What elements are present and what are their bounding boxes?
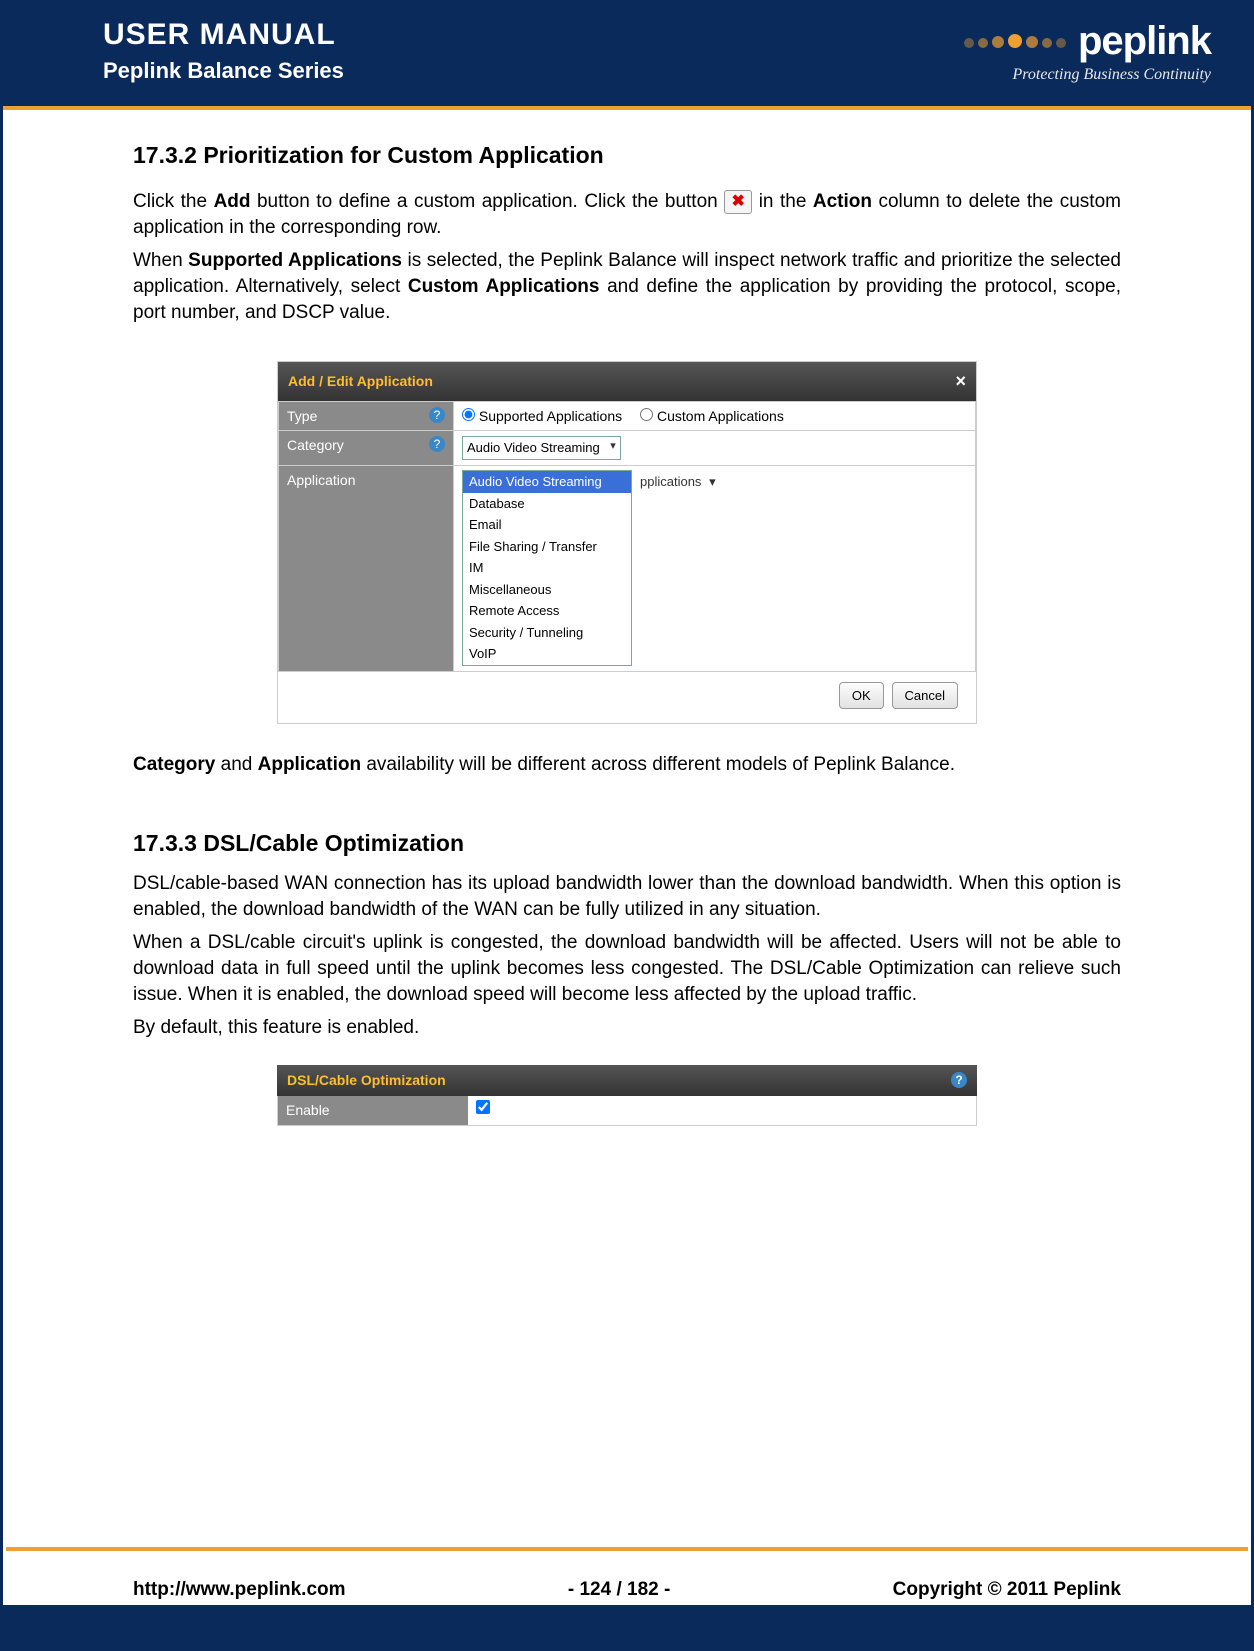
help-icon[interactable]: ? [429,407,445,423]
supported-apps-radio[interactable]: Supported Applications [462,407,622,426]
page-header: USER MANUAL Peplink Balance Series pepli… [3,0,1251,110]
category-dropdown-open[interactable]: Audio Video Streaming Database Email Fil… [462,470,632,666]
dsl-cable-optimization-panel: DSL/Cable Optimization ? Enable [277,1065,977,1126]
dropdown-option[interactable]: Email [463,514,631,536]
footer-band [3,1605,1251,1651]
add-edit-application-dialog: Add / Edit Application × Type ? Supporte… [277,361,977,724]
footer-divider [6,1547,1248,1551]
help-icon[interactable]: ? [951,1072,967,1088]
panel-title: DSL/Cable Optimization [287,1071,446,1090]
page-footer: http://www.peplink.com - 124 / 182 - Cop… [3,1579,1251,1601]
section-1-p2: When Supported Applications is selected,… [133,248,1121,325]
help-icon[interactable]: ? [429,436,445,452]
application-select-partial[interactable]: pplications ▾ [640,471,716,491]
section-1-note: Category and Application availability wi… [133,752,1121,778]
footer-page: - 124 / 182 - [568,1579,670,1601]
footer-copyright: Copyright © 2011 Peplink [893,1579,1121,1601]
ok-button[interactable]: OK [839,682,884,710]
section-2-heading: 17.3.3 DSL/Cable Optimization [133,828,1121,859]
dropdown-option[interactable]: Security / Tunneling [463,622,631,644]
dropdown-option[interactable]: IM [463,557,631,579]
cancel-button[interactable]: Cancel [892,682,958,710]
chevron-down-icon: ▾ [709,473,716,491]
category-select[interactable]: Audio Video Streaming [462,436,621,460]
section-2-p1: DSL/cable-based WAN connection has its u… [133,871,1121,922]
enable-label: Enable [278,1096,468,1125]
custom-apps-radio[interactable]: Custom Applications [640,407,784,426]
section-1-p1: Click the Add button to define a custom … [133,189,1121,240]
section-2-p2: When a DSL/cable circuit's uplink is con… [133,930,1121,1007]
dropdown-option[interactable]: Remote Access [463,600,631,622]
dropdown-option[interactable]: Miscellaneous [463,579,631,601]
enable-checkbox[interactable] [476,1100,490,1114]
category-label: Category ? [279,431,454,466]
application-label: Application [279,465,454,671]
logo-dots-icon [964,34,1066,48]
page-content: 17.3.2 Prioritization for Custom Applica… [3,110,1251,1256]
brand-tagline: Protecting Business Continuity [1013,66,1212,84]
dropdown-option[interactable]: Database [463,493,631,515]
brand-name: peplink [1078,19,1211,64]
dialog-title: Add / Edit Application [288,372,433,391]
section-1-heading: 17.3.2 Prioritization for Custom Applica… [133,140,1121,171]
footer-url: http://www.peplink.com [133,1579,346,1601]
type-label: Type ? [279,401,454,431]
dropdown-option[interactable]: VoIP [463,643,631,665]
delete-icon[interactable]: ✖ [724,190,752,214]
brand-logo: peplink Protecting Business Continuity [964,19,1211,84]
manual-title: USER MANUAL [103,18,344,52]
manual-subtitle: Peplink Balance Series [103,58,344,84]
dropdown-option[interactable]: File Sharing / Transfer [463,536,631,558]
close-icon[interactable]: × [955,369,966,393]
dropdown-option[interactable]: Audio Video Streaming [463,471,631,493]
section-2-p3: By default, this feature is enabled. [133,1015,1121,1041]
